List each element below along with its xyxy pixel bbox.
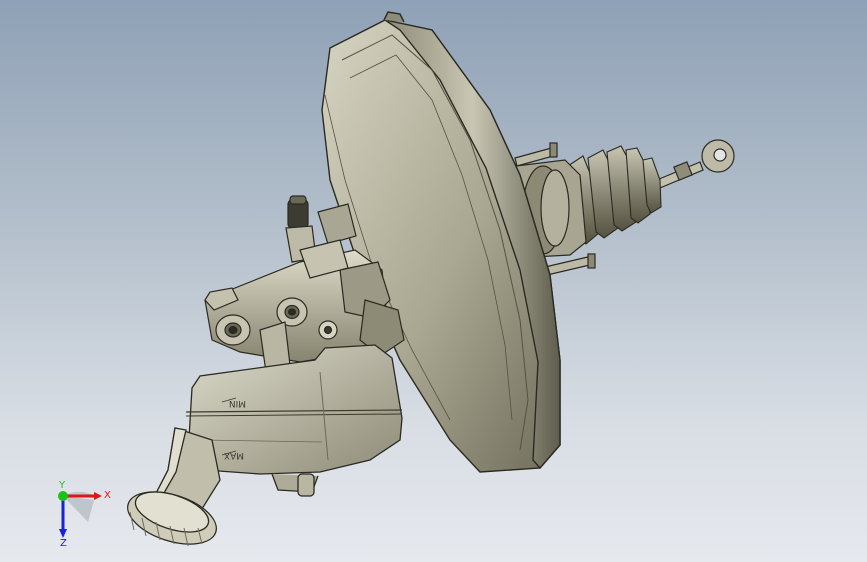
z-axis-head	[59, 529, 67, 538]
brake-booster-assembly-model[interactable]: MIN MAX	[0, 0, 867, 562]
y-axis-dot	[58, 491, 68, 501]
x-axis-label: X	[104, 490, 111, 501]
cad-viewport[interactable]: MIN MAX X Y Z	[0, 0, 867, 562]
coordinate-triad: X Y Z	[58, 480, 111, 548]
x-axis-head	[94, 492, 102, 500]
y-axis-label: Y	[58, 480, 66, 491]
z-axis-label: Z	[60, 538, 67, 548]
